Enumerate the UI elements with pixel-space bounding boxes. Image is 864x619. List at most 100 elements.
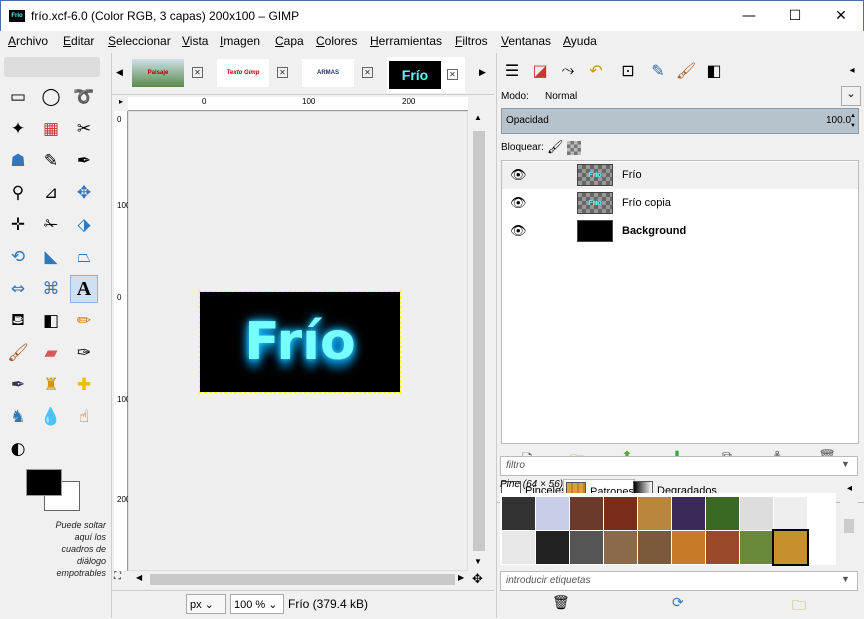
tags-dropdown-icon[interactable]: ▼ xyxy=(841,574,850,584)
opacity-spinner-icon[interactable]: ▲ ▼ xyxy=(850,111,856,131)
vertical-scroll-thumb[interactable] xyxy=(473,131,485,551)
move-icon[interactable]: ✥ xyxy=(70,179,98,207)
close-button[interactable]: ✕ xyxy=(818,1,864,31)
rect-select-icon[interactable]: ▭ xyxy=(4,83,32,111)
scale-icon[interactable]: ◣ xyxy=(37,243,65,271)
pattern-swatch-item[interactable] xyxy=(638,531,671,564)
image-tab-1-close-icon[interactable]: ✕ xyxy=(192,67,203,78)
gradient-icon[interactable]: ◧ xyxy=(37,307,65,335)
crop-icon[interactable]: ✁ xyxy=(37,211,65,239)
pattern-swatch-item[interactable] xyxy=(706,497,739,530)
vertical-ruler[interactable]: 0 100 0 100 200 xyxy=(114,111,130,571)
layer-row[interactable]: 👁 Background xyxy=(502,218,858,245)
scissors-select-icon[interactable]: ✂ xyxy=(70,115,98,143)
layer-name[interactable]: Frío xyxy=(622,169,642,181)
smudge-icon[interactable]: ☝ xyxy=(70,403,98,431)
menu-colores[interactable]: Colores xyxy=(316,34,357,48)
lock-pixels-icon[interactable]: 🖌 xyxy=(547,139,564,155)
paths-icon[interactable]: ✎ xyxy=(37,147,65,175)
layers-dock-icon[interactable]: ☰ xyxy=(499,57,525,83)
navigate-icon[interactable]: ✥ xyxy=(472,571,488,587)
measure-icon[interactable]: ⊿ xyxy=(37,179,65,207)
fuzzy-select-icon[interactable]: ✦ xyxy=(4,115,32,143)
quick-mask-icon[interactable]: ▸ xyxy=(114,97,128,111)
foreground-select-icon[interactable]: ☗ xyxy=(4,147,32,175)
menu-herramientas[interactable]: Herramientas xyxy=(370,34,442,48)
tool-presets-dock-icon[interactable]: ✎ xyxy=(645,57,671,83)
tags-input[interactable]: introducir etiquetas ▼ xyxy=(500,571,858,591)
maximize-button[interactable]: ☐ xyxy=(772,1,818,31)
menu-editar[interactable]: Editar xyxy=(63,34,94,48)
pencil-icon[interactable]: ✏ xyxy=(70,307,98,335)
eraser-icon[interactable]: ▰ xyxy=(37,339,65,367)
delete-pattern-icon[interactable]: 🗑 xyxy=(552,595,570,611)
unit-select[interactable]: px ⌄ xyxy=(186,594,226,614)
lock-alpha-icon[interactable] xyxy=(567,141,581,155)
scroll-right-icon[interactable]: ▶ xyxy=(458,573,464,582)
open-pattern-folder-icon[interactable]: 🗀 xyxy=(792,595,806,619)
layer-name[interactable]: Frío copia xyxy=(622,197,671,209)
scroll-up-icon[interactable]: ▲ xyxy=(474,113,482,122)
menu-filtros[interactable]: Filtros xyxy=(455,34,488,48)
visibility-eye-icon[interactable]: 👁 xyxy=(510,168,527,183)
channels-dock-icon[interactable]: ◪ xyxy=(527,57,553,83)
menu-imagen[interactable]: Imagen xyxy=(220,34,260,48)
menu-archivo[interactable]: Archivo xyxy=(8,34,48,48)
visibility-eye-icon[interactable]: 👁 xyxy=(510,196,527,211)
wilber-drop-area[interactable] xyxy=(4,57,100,77)
image-layer[interactable]: Frío xyxy=(199,291,401,393)
refresh-patterns-icon[interactable]: ⟳ xyxy=(672,595,684,611)
rotate-icon[interactable]: ⟲ xyxy=(4,243,32,271)
gradients-dock-icon[interactable]: ◧ xyxy=(701,57,727,83)
color-picker-icon[interactable]: ✒ xyxy=(70,147,98,175)
clone-icon[interactable]: ♜ xyxy=(37,371,65,399)
pattern-swatch-item[interactable] xyxy=(740,497,773,530)
shear-icon[interactable]: ⏢ xyxy=(70,243,98,271)
pattern-swatch-item[interactable] xyxy=(604,531,637,564)
layer-row[interactable]: 👁 Frío Frío copia xyxy=(502,190,858,217)
pattern-swatch-item[interactable] xyxy=(604,497,637,530)
visibility-eye-icon[interactable]: 👁 xyxy=(510,224,527,239)
pattern-swatch-item[interactable] xyxy=(536,497,569,530)
airbrush-icon[interactable]: ✑ xyxy=(70,339,98,367)
horizontal-scroll-thumb[interactable] xyxy=(150,574,455,585)
zoom-select[interactable]: 100 % ⌄ xyxy=(230,594,284,614)
vertical-scrollbar[interactable]: ▲ ▼ xyxy=(470,111,488,571)
filter-dropdown-icon[interactable]: ▼ xyxy=(841,459,850,469)
dodge-burn-icon[interactable]: ◐ xyxy=(4,435,32,463)
pattern-scroll-thumb[interactable] xyxy=(844,519,854,533)
scroll-left-icon[interactable]: ◀ xyxy=(136,573,142,582)
image-tab-4-active[interactable]: Frío ✕ xyxy=(387,57,465,93)
tabs-scroll-left-icon[interactable]: ◀ xyxy=(116,67,123,78)
cage-transform-icon[interactable]: ⌘ xyxy=(37,275,65,303)
perspective-clone-icon[interactable]: ♞ xyxy=(4,403,32,431)
align-icon[interactable]: ✛ xyxy=(4,211,32,239)
menu-ayuda[interactable]: Ayuda xyxy=(563,34,597,48)
ink-icon[interactable]: ✒ xyxy=(4,371,32,399)
image-tab-4-close-icon[interactable]: ✕ xyxy=(447,69,458,80)
pattern-swatch-item[interactable] xyxy=(774,497,807,530)
menu-capa[interactable]: Capa xyxy=(275,34,304,48)
paths-dock-icon[interactable]: ⤳ xyxy=(555,57,581,83)
minimize-button[interactable]: — xyxy=(726,1,772,31)
foreground-color-swatch[interactable] xyxy=(26,469,62,496)
menu-vista[interactable]: Vista xyxy=(182,34,208,48)
horizontal-ruler[interactable]: 0 100 200 xyxy=(128,97,468,111)
pattern-swatch-item[interactable] xyxy=(570,531,603,564)
layer-name[interactable]: Background xyxy=(622,225,686,237)
heal-icon[interactable]: ✚ xyxy=(70,371,98,399)
pattern-swatch-item[interactable] xyxy=(536,531,569,564)
brushes-dock-icon[interactable]: 🖌 xyxy=(673,57,699,83)
paintbrush-icon[interactable]: 🖌 xyxy=(4,339,32,367)
scroll-down-icon[interactable]: ▼ xyxy=(474,557,482,566)
text-icon[interactable]: A xyxy=(70,275,98,303)
opacity-slider[interactable]: Opacidad 100.0 ▲ ▼ xyxy=(501,108,859,134)
select-by-color-icon[interactable]: ▦ xyxy=(37,115,65,143)
blur-icon[interactable]: 💧 xyxy=(37,403,65,431)
pattern-scrollbar[interactable] xyxy=(840,493,858,565)
menu-seleccionar[interactable]: Seleccionar xyxy=(108,34,171,48)
device-status-dock-icon[interactable]: ⊡ xyxy=(615,57,641,83)
image-tab-2-close-icon[interactable]: ✕ xyxy=(277,67,288,78)
mode-value[interactable]: Normal xyxy=(545,91,577,102)
pattern-swatch-item[interactable] xyxy=(502,531,535,564)
